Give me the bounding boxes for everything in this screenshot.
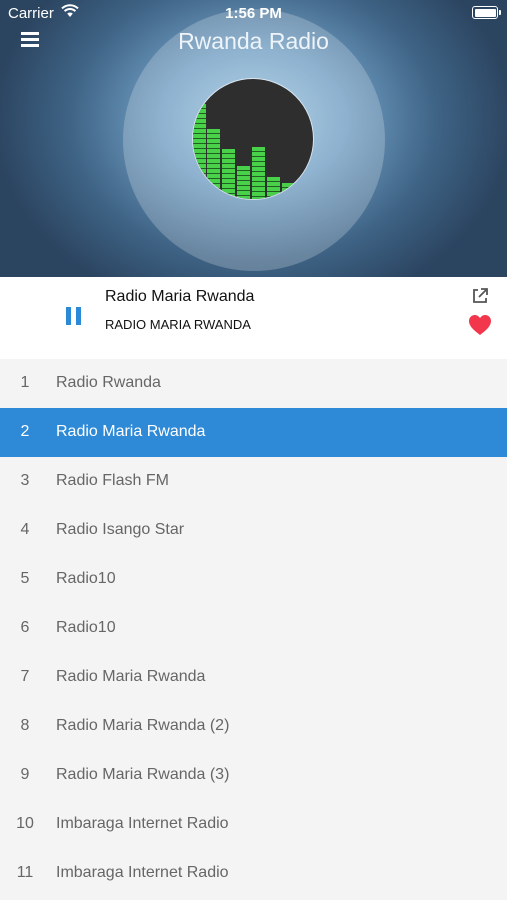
station-number: 7 <box>20 668 30 685</box>
station-row[interactable]: 7 Radio Maria Rwanda <box>0 653 507 702</box>
station-number: 8 <box>20 717 30 734</box>
station-number: 5 <box>20 570 30 587</box>
station-row[interactable]: 2 Radio Maria Rwanda <box>0 408 507 457</box>
station-row[interactable]: 5 Radio10 <box>0 555 507 604</box>
station-name: Radio Rwanda <box>56 374 161 391</box>
header: Carrier 1:56 PM Rwanda Radio <box>0 0 507 277</box>
station-row[interactable]: 11 Imbaraga Internet Radio <box>0 849 507 898</box>
share-icon[interactable] <box>471 287 489 305</box>
station-number: 6 <box>20 619 30 636</box>
station-name: Radio Maria Rwanda (2) <box>56 717 230 734</box>
station-name: Radio Isango Star <box>56 521 185 538</box>
pause-icon[interactable] <box>66 307 82 325</box>
station-row[interactable]: 10 Imbaraga Internet Radio <box>0 800 507 849</box>
station-number: 4 <box>20 521 30 538</box>
station-name: Imbaraga Internet Radio <box>56 864 229 881</box>
station-name: Radio Maria Rwanda (3) <box>56 766 230 783</box>
station-row[interactable]: 9 Radio Maria Rwanda (3) <box>0 751 507 800</box>
station-name: Radio Maria Rwanda <box>56 668 206 685</box>
station-name: Imbaraga Internet Radio <box>56 815 229 832</box>
station-number: 9 <box>20 766 30 783</box>
now-playing-title: Radio Maria Rwanda <box>105 288 255 305</box>
station-row[interactable]: 8 Radio Maria Rwanda (2) <box>0 702 507 751</box>
station-name: Radio Maria Rwanda <box>56 423 206 440</box>
station-number: 3 <box>20 472 30 489</box>
station-row[interactable]: 6 Radio10 <box>0 604 507 653</box>
now-playing-subtitle: RADIO MARIA RWANDA <box>105 317 251 332</box>
station-list: 1 Radio Rwanda 2 Radio Maria Rwanda 3 Radio F… <box>0 359 507 898</box>
station-number: 10 <box>16 815 34 832</box>
station-name: Radio Flash FM <box>56 472 169 489</box>
station-number: 2 <box>20 423 30 440</box>
battery-icon <box>472 6 501 19</box>
heart-icon[interactable] <box>468 314 492 336</box>
station-row[interactable]: 3 Radio Flash FM <box>0 457 507 506</box>
station-number: 1 <box>20 374 30 391</box>
station-row[interactable]: 1 Radio Rwanda <box>0 359 507 408</box>
station-row[interactable]: 4 Radio Isango Star <box>0 506 507 555</box>
station-name: Radio10 <box>56 570 116 587</box>
now-playing-bar: Radio Maria Rwanda RADIO MARIA RWANDA <box>0 277 507 359</box>
equalizer-artwork <box>193 79 313 199</box>
station-number: 11 <box>16 864 34 881</box>
station-name: Radio10 <box>56 619 116 636</box>
